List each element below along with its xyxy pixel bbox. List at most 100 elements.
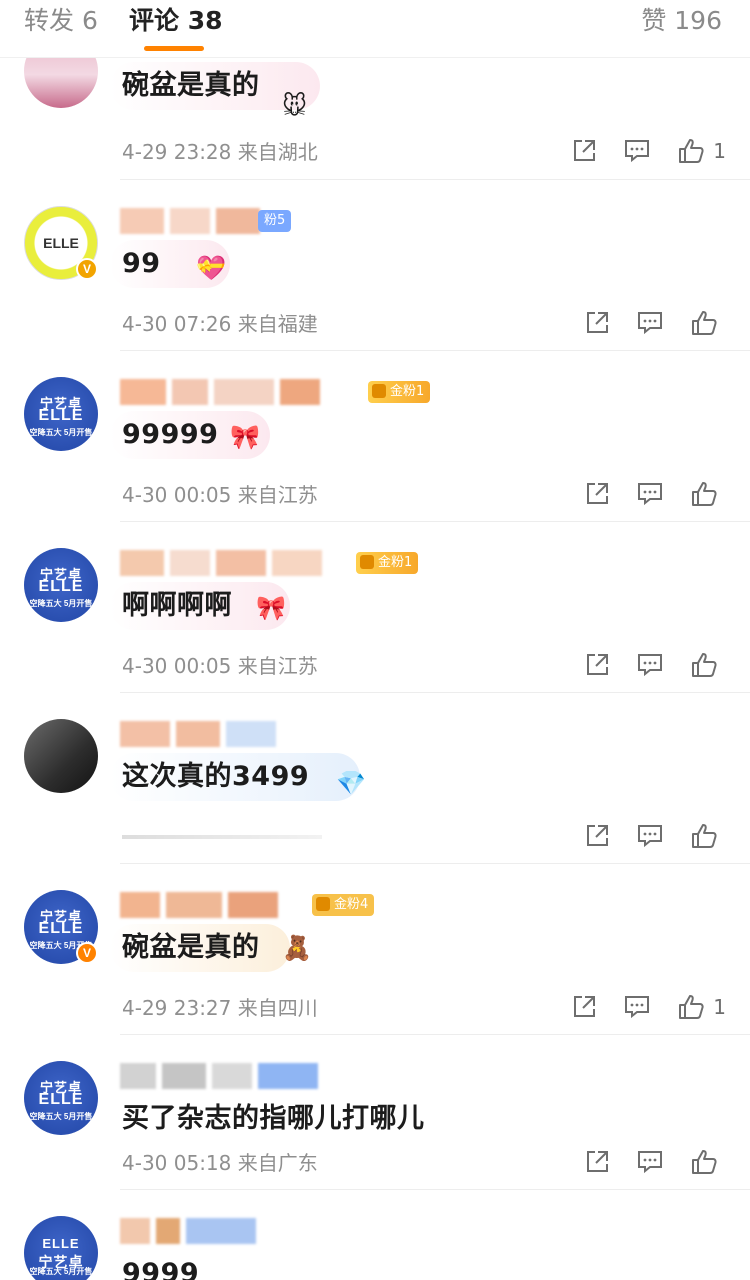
like-button[interactable]	[690, 822, 726, 850]
reply-button[interactable]	[623, 994, 651, 1020]
comment-meta-redacted	[122, 835, 322, 839]
reply-button[interactable]	[636, 1149, 664, 1175]
share-icon	[587, 1151, 608, 1172]
comment-time: 4-30 00:05	[122, 654, 232, 678]
tab-repost[interactable]: 转发 6	[24, 4, 98, 38]
reply-button[interactable]	[636, 481, 664, 507]
username-redacted	[120, 1218, 270, 1244]
like-count: 1	[713, 995, 726, 1019]
comment-location: 来自四川	[237, 996, 318, 1020]
share-icon	[574, 996, 596, 1017]
avatar[interactable]: 宁艺卓 ELLE 空降五大 5月开售	[24, 548, 98, 622]
thumb-up-icon	[692, 311, 717, 335]
comment-list: 碗盆是真的 🐭 4-29 23:28 来自湖北 1 ELLE V 粉5 99 💝…	[0, 34, 750, 1280]
reply-icon	[638, 312, 662, 335]
like-button[interactable]: 1	[677, 993, 726, 1021]
comment-item[interactable]: ELLE 宁艺卓 空降五大 5月开售 9999	[0, 1190, 750, 1280]
share-button[interactable]	[584, 823, 610, 849]
comment-location: 来自江苏	[237, 483, 318, 507]
comment-time: 4-30 00:05	[122, 483, 232, 507]
reply-button[interactable]	[636, 310, 664, 336]
comment-item[interactable]: ELLE V 粉5 99 💝 4-30 07:26 来自福建	[0, 180, 750, 351]
comment-actions: 1	[545, 990, 726, 1024]
share-icon	[587, 825, 608, 846]
thumb-up-icon	[679, 995, 704, 1019]
like-button[interactable]	[690, 1148, 726, 1176]
comment-time: 4-29 23:27	[122, 996, 232, 1020]
comment-actions	[558, 648, 726, 682]
comment-meta: 4-30 07:26 来自福建	[122, 310, 318, 338]
comment-item[interactable]: 宁艺卓 ELLE 空降五大 5月开售 买了杂志的指哪儿打哪儿 4-30 05:18 …	[0, 1035, 750, 1190]
share-button[interactable]	[584, 652, 610, 678]
fan-badge-label: 金粉1	[390, 384, 425, 399]
username-redacted	[120, 1063, 360, 1089]
share-button[interactable]	[584, 481, 610, 507]
comment-time: 4-30 05:18	[122, 1151, 232, 1175]
avatar[interactable]	[24, 719, 98, 793]
like-button[interactable]	[690, 651, 726, 679]
avatar-text: ELLE	[38, 1091, 84, 1108]
comment-location: 来自福建	[237, 312, 318, 336]
reply-icon	[638, 483, 662, 506]
fan-badge-label: 金粉1	[378, 555, 413, 570]
reply-icon	[638, 825, 662, 848]
comment-actions	[558, 306, 726, 340]
comment-meta: 4-29 23:27 来自四川	[122, 994, 318, 1022]
comment-item[interactable]: 宁艺卓 ELLE 空降五大 5月开售 金粉1 99999 🎀 4-30 00:05 …	[0, 351, 750, 522]
comment-location: 来自广东	[237, 1151, 318, 1175]
username-redacted	[120, 379, 360, 405]
comment-actions	[558, 477, 726, 511]
avatar[interactable]: 宁艺卓 ELLE 空降五大 5月开售	[24, 1061, 98, 1135]
reply-button[interactable]	[636, 652, 664, 678]
like-button[interactable]	[690, 480, 726, 508]
avatar-text: ELLE	[38, 578, 84, 595]
verified-badge-icon: V	[76, 258, 98, 280]
comment-tabs: 转发 6 评论 38 赞 196	[0, 0, 750, 58]
comment-text: 99	[122, 248, 161, 279]
crown-icon	[360, 555, 374, 569]
heart-sticker-icon: 💝	[196, 254, 226, 282]
share-button[interactable]	[571, 994, 597, 1020]
comment-meta: 4-30 00:05 来自江苏	[122, 481, 318, 509]
comment-item[interactable]: 这次真的3499 💎	[0, 693, 750, 864]
share-icon	[587, 483, 608, 504]
avatar-text: 空降五大 5月开售	[29, 1112, 93, 1121]
fan-badge-label: 金粉4	[334, 897, 369, 912]
bow-sticker-icon: 🎀	[256, 594, 286, 622]
comment-text: 啊啊啊啊	[122, 590, 232, 621]
fan-badge: 金粉1	[356, 552, 419, 574]
avatar-text: 空降五大 5月开售	[29, 428, 93, 437]
thumb-up-icon	[692, 1150, 717, 1174]
avatar-text: ELLE	[42, 1236, 80, 1251]
reply-icon	[638, 654, 662, 677]
comment-meta: 4-30 00:05 来自江苏	[122, 652, 318, 680]
tab-likes[interactable]: 赞 196	[641, 4, 722, 38]
avatar[interactable]: ELLE 宁艺卓 空降五大 5月开售	[24, 1216, 98, 1280]
crown-icon	[316, 897, 330, 911]
username-redacted	[120, 550, 350, 576]
comment-item[interactable]: 宁艺卓 ELLE 空降五大 5月开售 金粉1 啊啊啊啊 🎀 4-30 00:05 来…	[0, 522, 750, 693]
share-button[interactable]	[584, 310, 610, 336]
crown-icon	[372, 384, 386, 398]
comment-item[interactable]: 宁艺卓 ELLE 空降五大 5月开售 V 金粉4 碗盆是真的 🧸 4-29 23:2…	[0, 864, 750, 1035]
verified-badge-icon: V	[76, 942, 98, 964]
thumb-up-icon	[692, 824, 717, 848]
share-button[interactable]	[584, 1149, 610, 1175]
username-redacted	[120, 892, 310, 918]
avatar-text: ELLE	[38, 407, 84, 424]
comment-actions	[558, 819, 726, 853]
bear-sticker-icon: 🧸	[282, 934, 312, 962]
active-tab-indicator	[144, 46, 204, 51]
username-redacted	[120, 721, 290, 747]
comment-text: 这次真的3499	[122, 761, 310, 792]
like-button[interactable]	[690, 309, 726, 337]
fan-badge: 金粉1	[368, 381, 431, 403]
diamond-sticker-icon: 💎	[336, 769, 366, 797]
avatar-text: ELLE	[38, 920, 84, 937]
comment-text: 买了杂志的指哪儿打哪儿	[122, 1103, 425, 1134]
reply-button[interactable]	[636, 823, 664, 849]
avatar-text: 空降五大 5月开售	[29, 599, 93, 608]
avatar[interactable]: 宁艺卓 ELLE 空降五大 5月开售	[24, 377, 98, 451]
comment-text: 9999	[122, 1258, 200, 1280]
bow-sticker-icon: 🎀	[230, 423, 260, 451]
